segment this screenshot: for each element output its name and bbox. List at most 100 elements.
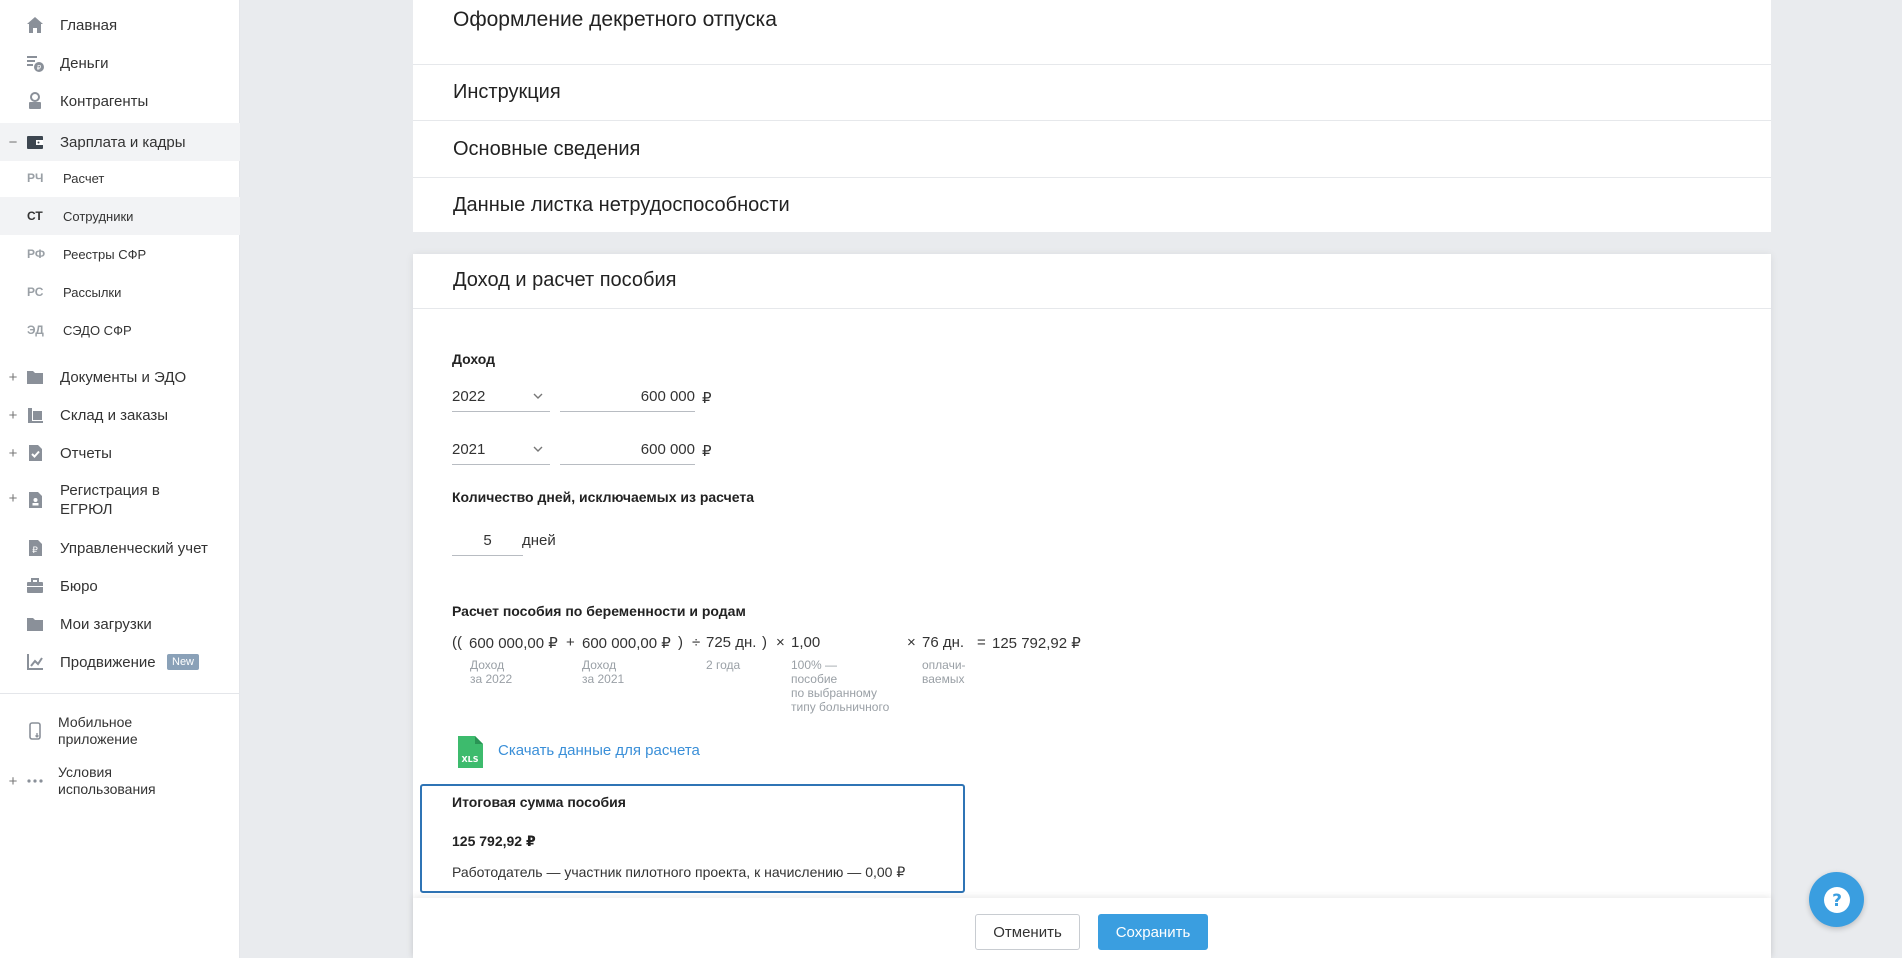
more-dots-icon [24, 770, 46, 792]
formula-income-1: 600 000,00 ₽ [469, 635, 558, 652]
excluded-days-title: Количество дней, исключаемых из расчета [452, 489, 754, 505]
sidebar-item-contractors[interactable]: Контрагенты [0, 90, 240, 112]
year-select-1[interactable]: 2022 [452, 382, 550, 412]
sidebar-item-label: Документы и ЭДО [60, 368, 187, 386]
subitem-label: Реестры СФР [63, 246, 147, 262]
label-line: ЕГРЮЛ [60, 501, 113, 518]
sidebar-divider [0, 693, 240, 694]
collapse-icon[interactable]: − [8, 134, 18, 151]
sidebar-item-bureau[interactable]: Бюро [0, 575, 240, 597]
sidebar-subitem-calc[interactable]: РЧ Расчет [0, 159, 240, 197]
briefcase-icon [24, 575, 46, 597]
download-calc-data-link[interactable]: Скачать данные для расчета [498, 742, 700, 759]
sidebar-item-label: Мои загрузки [60, 615, 152, 633]
sidebar-item-label: Продвижение [60, 653, 156, 671]
subitem-abbr: РФ [27, 247, 46, 261]
expand-icon[interactable]: + [8, 369, 18, 386]
caption-line: 2 года [706, 658, 741, 672]
section-income-calc[interactable]: Доход и расчет пособия [413, 254, 1771, 309]
section-basic-info[interactable]: Основные сведения [413, 121, 1771, 178]
registration-icon [24, 489, 46, 511]
amount-value: 600 000 [640, 441, 695, 458]
caption-paid-days: оплачи- ваемых [922, 658, 966, 686]
currency-sign: ₽ [702, 390, 712, 407]
caption-days: 2 года [706, 658, 740, 672]
caption-line: ваемых [922, 672, 965, 686]
calc-title: Расчет пособия по беременности и родам [452, 603, 746, 619]
sidebar-subitem-employees[interactable]: СТ Сотрудники [0, 197, 240, 235]
sidebar-item-warehouse[interactable]: + Склад и заказы [0, 404, 240, 426]
formula-paid-days: 76 дн. [922, 634, 965, 651]
money-icon: ₽ [24, 52, 46, 74]
days-unit: дней [522, 532, 556, 549]
label-line: Мобильное [58, 714, 133, 730]
help-symbol: ? [1832, 891, 1842, 911]
home-icon [24, 14, 46, 36]
sidebar-item-label: Бюро [60, 577, 98, 595]
formula-open: (( [452, 634, 462, 651]
sidebar-item-downloads[interactable]: Мои загрузки [0, 613, 240, 635]
svg-text:₽: ₽ [37, 64, 42, 72]
year-value: 2021 [452, 441, 486, 458]
sidebar-item-mobile-app[interactable]: Мобильное приложение [0, 714, 240, 748]
sidebar-subitem-mailings[interactable]: РС Рассылки [0, 273, 240, 311]
section-sick-leave[interactable]: Данные листка нетрудоспособности [413, 178, 1771, 232]
question-icon: ? [1823, 886, 1850, 913]
sidebar-item-documents[interactable]: + Документы и ЭДО [0, 366, 240, 388]
sidebar-item-money[interactable]: ₽ Деньги [0, 52, 240, 74]
sidebar-item-label: Мобильное приложение [58, 714, 138, 748]
formula-plus: + [566, 634, 575, 651]
sidebar-item-terms[interactable]: + Условия использования [0, 764, 240, 798]
caption-line: Доход [470, 658, 505, 672]
caption-line: оплачи- [922, 658, 966, 672]
caption-line: Доход [582, 658, 617, 672]
section-instruction[interactable]: Инструкция [413, 65, 1771, 121]
sidebar-item-label: Склад и заказы [60, 406, 169, 424]
sidebar: Главная ₽ Деньги Контрагенты − Зарплата … [0, 0, 240, 958]
sidebar-item-home[interactable]: Главная [0, 14, 240, 36]
sidebar-item-reports[interactable]: + Отчеты [0, 442, 240, 464]
expand-icon[interactable]: + [8, 445, 18, 462]
sidebar-item-promotion[interactable]: Продвижение New [0, 651, 240, 673]
page-title: Оформление декретного отпуска [453, 8, 777, 31]
sidebar-item-label: Отчеты [60, 444, 112, 462]
contractors-icon [24, 90, 46, 112]
expand-icon[interactable]: + [8, 773, 18, 790]
label-line: использования [58, 781, 156, 797]
form-top-panel: Оформление декретного отпуска Инструкция… [413, 0, 1771, 232]
caption-line: по выбранному [791, 686, 878, 700]
expand-icon[interactable]: + [8, 490, 18, 507]
chart-growth-icon [24, 651, 46, 673]
form-footer: Отменить Сохранить [413, 898, 1771, 958]
caption-line: за 2021 [582, 672, 625, 686]
excluded-days-input[interactable]: 5 [452, 526, 523, 556]
formula-times-2: × [907, 634, 916, 651]
formula-days: 725 дн. [706, 634, 757, 651]
income-amount-input-1[interactable]: 600 000 [560, 382, 695, 412]
expand-icon[interactable]: + [8, 407, 18, 424]
sidebar-item-salary[interactable]: − Зарплата и кадры [0, 123, 240, 161]
save-button[interactable]: Сохранить [1098, 914, 1208, 950]
chevron-down-icon [532, 389, 544, 406]
formula-income-2: 600 000,00 ₽ [582, 635, 671, 652]
xls-label: XLS [461, 755, 478, 764]
svg-text:₽: ₽ [32, 546, 38, 556]
caption-line: за 2022 [470, 672, 513, 686]
year-select-2[interactable]: 2021 [452, 435, 550, 465]
subitem-abbr: СТ [27, 209, 43, 223]
sidebar-item-management[interactable]: ₽ Управленческий учет [0, 537, 240, 559]
formula-result: 125 792,92 ₽ [992, 635, 1081, 652]
caption-income-2: Доход за 2021 [582, 658, 624, 686]
section-title: Основные сведения [453, 138, 641, 160]
sidebar-item-registration[interactable]: + Регистрация в ЕГРЮЛ [0, 481, 240, 519]
income-title: Доход [452, 351, 496, 367]
sidebar-item-label: Зарплата и кадры [60, 133, 186, 151]
cancel-button[interactable]: Отменить [975, 914, 1080, 950]
sidebar-subitem-sedo[interactable]: ЭД СЭДО СФР [0, 311, 240, 349]
sidebar-subitem-registers[interactable]: РФ Реестры СФР [0, 235, 240, 273]
formula-times: × [776, 634, 785, 651]
xls-file-icon: XLS [456, 736, 484, 773]
help-button[interactable]: ? [1809, 872, 1864, 927]
income-amount-input-2[interactable]: 600 000 [560, 435, 695, 465]
year-value: 2022 [452, 388, 486, 405]
